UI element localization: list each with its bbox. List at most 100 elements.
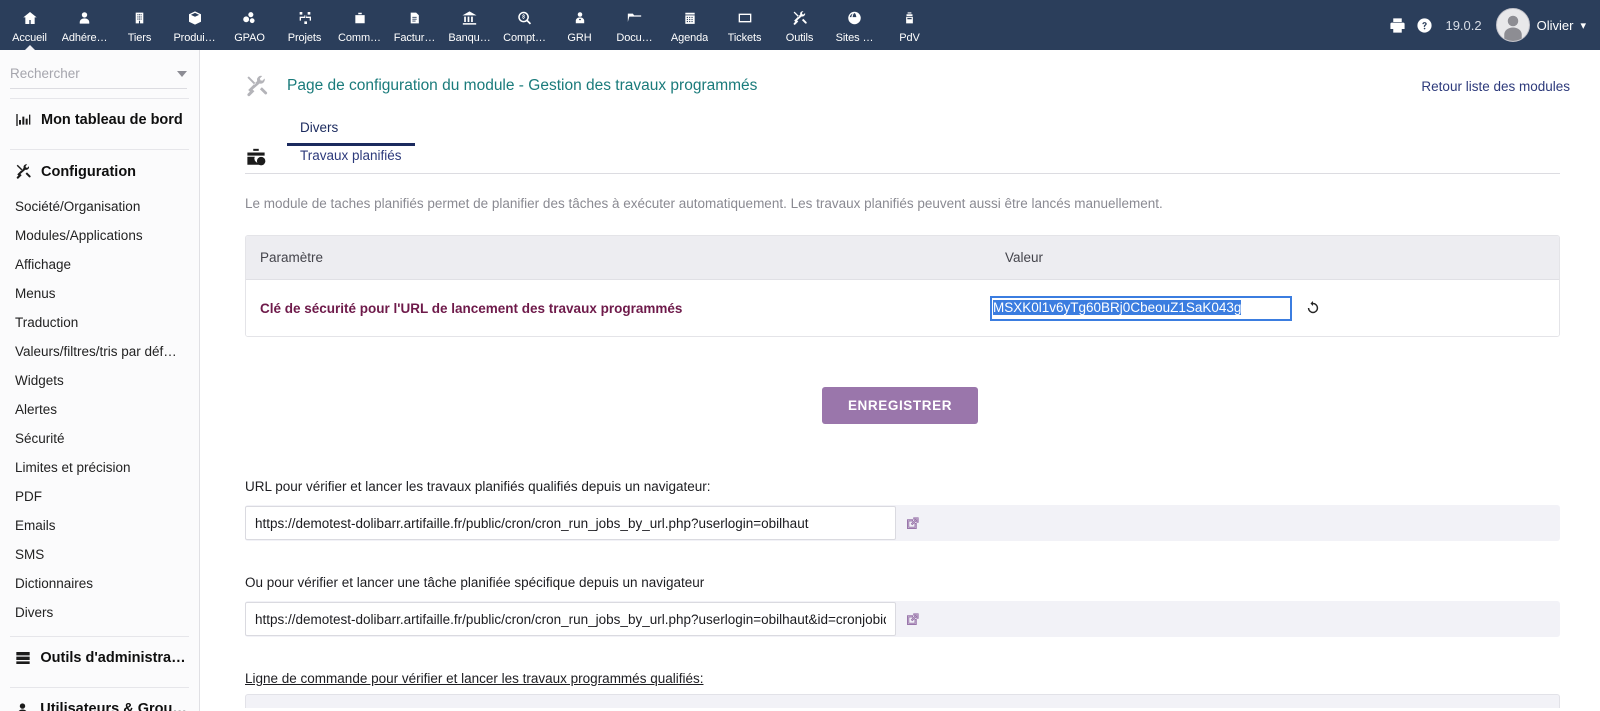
top-menu-item-label: GPAO [234,31,265,44]
top-menu-item-label: Agenda [670,31,709,44]
top-menu-item-label: Adhére… [61,31,108,44]
tab-bar: Divers Travaux planifiés [200,98,1600,174]
command-line-box[interactable] [245,694,1560,708]
top-menu-item-grh[interactable]: GRH [552,0,607,50]
sidebar-item-dashboard[interactable]: Mon tableau de bord [0,99,199,140]
sidebar-item-admin-tools[interactable]: Outils d'administrati… [0,637,199,678]
sidebar-item-traduction[interactable]: Traduction [0,308,199,337]
top-menu-item-factur[interactable]: Factur… [387,0,442,50]
invoice-icon [408,9,421,28]
sidebar: Mon tableau de bord Configuration Sociét… [0,50,200,711]
top-menu-item-comm[interactable]: Comm… [332,0,387,50]
top-menu-item-pdv[interactable]: PdV [882,0,937,50]
top-menu-item-label: Outils [785,31,814,44]
chevron-down-icon[interactable]: ▾ [1580,19,1586,32]
chevron-down-icon[interactable] [177,70,187,77]
top-menu-item-label: Tickets [727,31,762,44]
ticket-icon [737,9,753,28]
top-menu-item-compt[interactable]: Compt… [497,0,552,50]
top-menu-item-label: Accueil [12,31,47,44]
tab-travauxplanifiés[interactable]: Travaux planifiés [287,146,415,174]
page-title[interactable]: Page de configuration du module - Gestio… [287,77,757,95]
sidebar-item-label: Utilisateurs & Group… [40,701,189,711]
sidebar-item-pdf[interactable]: PDF [0,482,199,511]
table-header-row: Paramètre Valeur [246,236,1559,280]
tab-divers[interactable]: Divers [287,118,415,146]
sidebar-item-modulesapplications[interactable]: Modules/Applications [0,221,199,250]
top-menu-item-accueil[interactable]: Accueil [2,0,57,50]
sidebar-item-configuration[interactable]: Configuration [0,150,199,192]
top-menu-item-outils[interactable]: Outils [772,0,827,50]
top-menu-item-label: PdV [899,31,920,44]
value-cell [990,289,1559,328]
tab-underline [245,173,1560,174]
security-key-input[interactable] [990,295,1292,321]
top-menu-item-produi[interactable]: Produi… [167,0,222,50]
save-button[interactable]: ENREGISTRER [821,387,979,424]
top-menu-item-gpao[interactable]: GPAO [222,0,277,50]
sidebar-item-emails[interactable]: Emails [0,511,199,540]
url-input-general[interactable] [245,506,896,540]
top-menu-item-docu[interactable]: Docu… [607,0,662,50]
top-menu-item-label: Tiers [127,31,152,44]
sidebar-item-label: Mon tableau de bord [41,112,183,128]
sidebar-item-dictionnaires[interactable]: Dictionnaires [0,569,199,598]
top-menu-item-adhre[interactable]: Adhére… [57,0,112,50]
value-wrapper [990,289,1321,328]
url-row [245,505,1560,541]
column-header-parameter: Paramètre [260,250,324,265]
top-menu-item-label: Compt… [503,31,546,44]
back-to-modules-link[interactable]: Retour liste des modules [1421,79,1570,94]
building-icon [133,9,146,28]
search-input[interactable] [10,64,160,83]
avatar [1495,8,1530,42]
member-icon [77,9,92,28]
url-input-specific[interactable] [245,602,896,636]
top-menu-item-label: GRH [567,31,592,44]
sidebar-item-valeursfiltrestrispardéf[interactable]: Valeurs/filtres/tris par déf… [0,337,199,366]
top-menu-item-tickets[interactable]: Tickets [717,0,772,50]
top-menu-item-projets[interactable]: Projets [277,0,332,50]
page-header: Page de configuration du module - Gestio… [200,50,1600,98]
sidebar-item-affichage[interactable]: Affichage [0,250,199,279]
sidebar-item-widgets[interactable]: Widgets [0,366,199,395]
table-body: Clé de sécurité pour l'URL de lancement … [246,280,1559,336]
sidebar-item-users-groups[interactable]: Utilisateurs & Group… [0,688,199,711]
user-menu[interactable]: Olivier ▾ [1495,8,1586,42]
sidebar-item-sécurité[interactable]: Sécurité [0,424,199,453]
project-icon [297,9,313,28]
sidebar-item-label: Configuration [41,163,137,180]
refresh-icon[interactable] [1305,300,1321,316]
chart-bar-icon [14,112,32,128]
open-external-icon[interactable] [896,612,930,627]
top-menu-item-tiers[interactable]: Tiers [112,0,167,50]
top-menu-item-agenda[interactable]: Agenda [662,0,717,50]
sidebar-item-sms[interactable]: SMS [0,540,199,569]
cron-briefcase-icon [245,147,271,169]
top-right-area: 19.0.2 Olivier ▾ [1389,0,1600,50]
top-menu-item-sites[interactable]: Sites … [827,0,882,50]
top-menu-item-label: Projets [287,31,322,44]
top-menu-item-label: Banqu… [448,31,491,44]
column-header-value: Valeur [1005,250,1044,265]
tabs: Divers Travaux planifiés [287,118,415,174]
top-menu-item-label: Sites … [835,31,874,44]
url-label: Ou pour vérifier et lancer une tâche pla… [245,575,705,590]
sidebar-config-items: Société/Organisation Modules/Applications… [0,192,199,627]
command-line-label: Ligne de commande pour vérifier et lance… [245,671,704,686]
user-name: Olivier [1536,17,1574,33]
briefcase-icon [353,9,367,28]
hr-user-icon [573,9,587,28]
sidebar-item-divers[interactable]: Divers [0,598,199,627]
calendar-icon [683,9,697,28]
sidebar-item-alertes[interactable]: Alertes [0,395,199,424]
sidebar-item-sociétéorganisation[interactable]: Société/Organisation [0,192,199,221]
top-navigation-bar: Accueil Adhére… Tiers Produi… GPAO Projets Com… [0,0,1600,50]
help-icon[interactable] [1416,17,1433,34]
sidebar-item-label: Outils d'administrati… [40,650,189,666]
open-external-icon[interactable] [896,516,930,531]
printer-icon[interactable] [1389,17,1406,34]
sidebar-item-limitesetprécision[interactable]: Limites et précision [0,453,199,482]
top-menu-item-banqu[interactable]: Banqu… [442,0,497,50]
sidebar-item-menus[interactable]: Menus [0,279,199,308]
